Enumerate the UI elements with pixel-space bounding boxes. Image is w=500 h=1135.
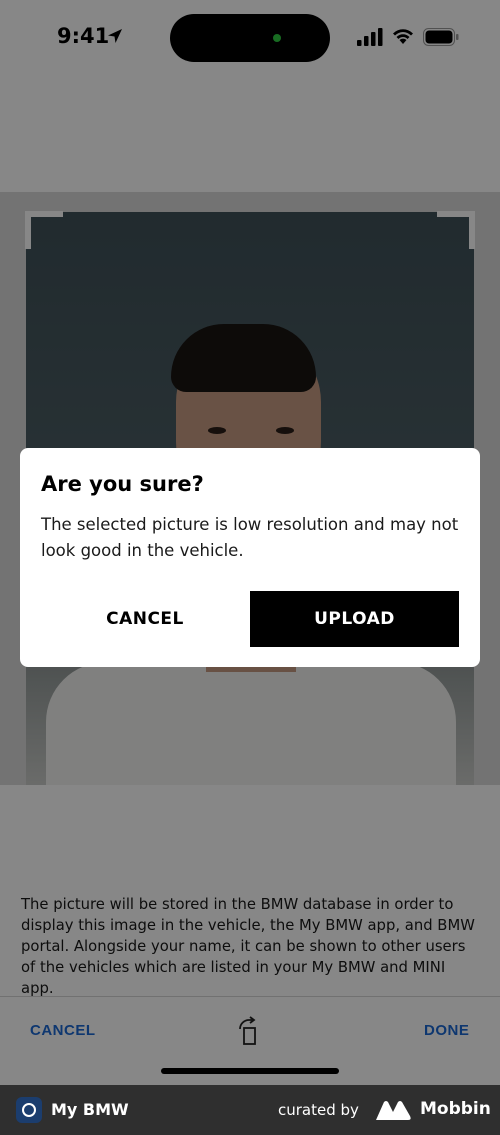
dialog-message: The selected picture is low resolution a… bbox=[41, 515, 459, 560]
dialog-upload-button[interactable]: UPLOAD bbox=[250, 591, 459, 647]
app-name: My BMW bbox=[51, 1100, 129, 1119]
attribution-footer: My BMW curated by Mobbin bbox=[0, 1085, 500, 1135]
low-resolution-dialog: Are you sure? The selected picture is lo… bbox=[20, 448, 480, 667]
bmw-app-icon bbox=[16, 1097, 42, 1123]
dialog-title: Are you sure? bbox=[41, 472, 204, 496]
mobbin-brand: Mobbin bbox=[420, 1099, 491, 1119]
mobbin-logo-icon bbox=[376, 1101, 411, 1120]
bmw-logo-icon bbox=[22, 1103, 36, 1117]
photo-crop-screen: 9:41 The picture will be stored in the B… bbox=[0, 0, 500, 1085]
dialog-cancel-button[interactable]: CANCEL bbox=[41, 591, 249, 647]
curated-by-label: curated by bbox=[278, 1101, 359, 1119]
